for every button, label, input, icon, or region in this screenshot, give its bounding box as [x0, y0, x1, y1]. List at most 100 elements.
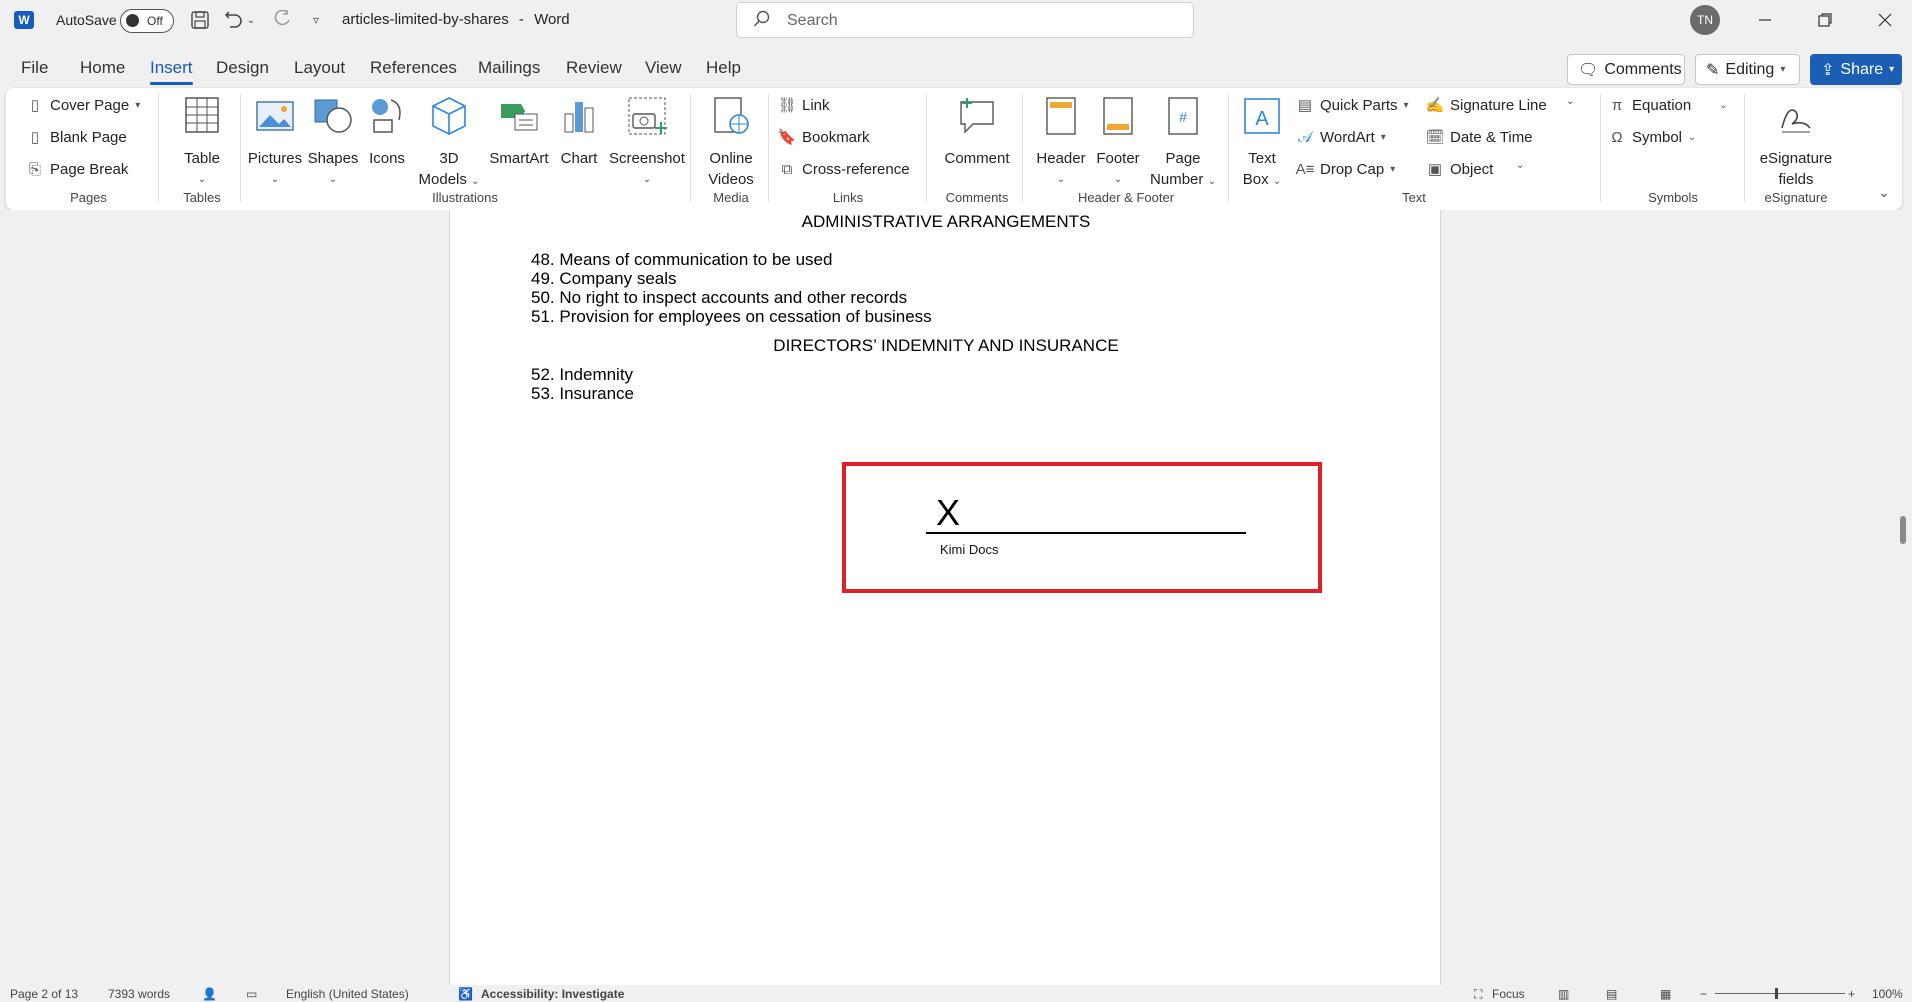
link-button[interactable]: ⛓ Link	[777, 96, 829, 115]
wordart-button[interactable]: 𝒜 WordArt ▾	[1296, 128, 1386, 146]
editing-button[interactable]: ✎ Editing ▾	[1695, 54, 1800, 85]
ribbon-divider	[1744, 94, 1745, 202]
chevron-down-icon: ▾	[1390, 163, 1396, 175]
shapes-button[interactable]: Shapes ⌄	[304, 94, 362, 190]
pictures-button[interactable]: Pictures ⌄	[244, 94, 306, 190]
minimize-icon[interactable]	[1745, 4, 1785, 36]
accessibility-status[interactable]: Accessibility: Investigate	[481, 987, 624, 1001]
zoom-slider-thumb[interactable]	[1775, 988, 1778, 999]
list-item: 52. Indemnity	[531, 365, 634, 384]
footer-button[interactable]: Footer ⌄	[1088, 94, 1148, 190]
tab-file[interactable]: File	[21, 58, 48, 78]
cross-reference-button[interactable]: ⧉ Cross-reference	[778, 160, 910, 178]
title-separator: -	[518, 11, 524, 28]
avatar[interactable]: TN	[1690, 5, 1720, 35]
search-icon	[753, 10, 771, 33]
list-item: 50. No right to inspect accounts and oth…	[531, 288, 908, 307]
tab-home[interactable]: Home	[80, 58, 125, 78]
autosave-toggle[interactable]: Off	[120, 9, 174, 33]
object-button[interactable]: ▣ Object	[1426, 160, 1493, 179]
bookmark-label: Bookmark	[802, 128, 870, 146]
quick-parts-button[interactable]: ▤ Quick Parts ▾	[1296, 96, 1409, 115]
quick-parts-icon: ▤	[1297, 97, 1313, 114]
drop-cap-button[interactable]: A≡ Drop Cap ▾	[1296, 160, 1396, 178]
search-box[interactable]: Search	[736, 2, 1194, 38]
page-break-button[interactable]: ⎘ Page Break	[26, 160, 128, 178]
collapse-ribbon-button[interactable]: ⌄	[1878, 184, 1890, 201]
share-button[interactable]: ⇪ Share ▾	[1810, 54, 1902, 85]
tab-review[interactable]: Review	[566, 58, 622, 78]
group-illustrations: Illustrations	[432, 190, 498, 205]
chart-button[interactable]: Chart	[554, 94, 604, 169]
undo-dropdown-icon[interactable]: ⌄	[244, 8, 258, 32]
header-button[interactable]: Header ⌄	[1030, 94, 1092, 190]
signature-line-button[interactable]: ✍ Signature Line	[1425, 96, 1547, 115]
bookmark-button[interactable]: 🔖 Bookmark	[778, 128, 870, 147]
cover-page-button[interactable]: ▯ Cover Page ▾	[26, 96, 140, 115]
3d-models-button[interactable]: 3D Models ⌄	[418, 94, 480, 192]
focus-button[interactable]: Focus	[1492, 987, 1525, 1001]
ribbon-divider	[1022, 94, 1023, 202]
wordart-icon: 𝒜	[1297, 128, 1313, 146]
signature-line-highlight[interactable]: X Kimi Docs	[842, 462, 1322, 593]
blank-page-button[interactable]: ▯ Blank Page	[26, 128, 127, 147]
tab-view[interactable]: View	[645, 58, 682, 78]
page-count[interactable]: Page 2 of 13	[10, 987, 78, 1001]
comment-icon: 🗨	[1578, 61, 1599, 79]
online-videos-button[interactable]: Online Videos	[696, 94, 766, 190]
close-icon[interactable]	[1865, 4, 1905, 36]
pictures-label: Pictures	[247, 150, 303, 167]
date-time-button[interactable]: 🗓 Date & Time	[1425, 128, 1532, 147]
language[interactable]: English (United States)	[286, 987, 409, 1001]
chevron-down-icon: ⌄	[1113, 174, 1123, 185]
list-item: 48. Means of communication to be used	[531, 250, 833, 269]
signature-line-icon: ✍	[1425, 97, 1445, 114]
comments-button[interactable]: 🗨 Comments	[1567, 54, 1685, 85]
print-layout-icon[interactable]: ▤	[1606, 987, 1617, 1001]
zoom-slider[interactable]	[1715, 993, 1845, 994]
section-heading: ADMINISTRATIVE ARRANGEMENTS	[801, 212, 1091, 231]
blank-page-icon: ▯	[30, 129, 40, 146]
esignature-fields-button[interactable]: eSignature fields	[1751, 94, 1841, 190]
page-number-button[interactable]: # Page Number ⌄	[1144, 94, 1222, 192]
save-icon[interactable]	[188, 8, 212, 32]
share-icon: ⇪	[1821, 61, 1835, 79]
tab-mailings[interactable]: Mailings	[478, 58, 540, 78]
signature-line-dropdown[interactable]: ⌄	[1566, 96, 1574, 107]
tab-help[interactable]: Help	[706, 58, 741, 78]
restore-icon[interactable]	[1805, 4, 1845, 36]
redo-icon[interactable]	[270, 8, 294, 32]
shapes-label: Shapes	[307, 150, 359, 167]
undo-icon[interactable]	[222, 8, 246, 32]
tab-references[interactable]: References	[370, 58, 457, 78]
tab-insert[interactable]: Insert	[150, 58, 193, 85]
page-break-label: Page Break	[50, 160, 129, 178]
proofing-icon[interactable]: 👤	[202, 987, 217, 1001]
equation-button[interactable]: π Equation ⌄	[1608, 96, 1728, 114]
zoom-in-icon[interactable]: +	[1848, 987, 1855, 1001]
tab-design[interactable]: Design	[216, 58, 269, 78]
icons-label: Icons	[369, 150, 405, 167]
word-count[interactable]: 7393 words	[108, 987, 170, 1001]
icons-button[interactable]: Icons	[362, 94, 412, 169]
table-button[interactable]: Table ⌄	[171, 94, 233, 190]
symbol-button[interactable]: Ω Symbol ⌄	[1608, 128, 1696, 146]
ribbon-divider	[690, 94, 691, 202]
zoom-level[interactable]: 100%	[1872, 987, 1903, 1001]
smartart-button[interactable]: SmartArt	[486, 94, 552, 169]
comment-button[interactable]: Comment	[938, 94, 1016, 169]
read-mode-view-icon[interactable]: ▥	[1558, 987, 1569, 1001]
document-page[interactable]: ADMINISTRATIVE ARRANGEMENTS 48. Means of…	[449, 210, 1441, 985]
object-dropdown[interactable]: ⌄	[1516, 160, 1524, 171]
zoom-out-icon[interactable]: −	[1700, 987, 1707, 1001]
screenshot-button[interactable]: Screenshot ⌄	[608, 94, 686, 190]
word-window: W AutoSave Off ⌄ ▿ articles-limited-by-s…	[0, 0, 1912, 1002]
vertical-scrollbar[interactable]	[1900, 516, 1906, 544]
signature-line	[926, 532, 1246, 534]
web-layout-icon[interactable]: ▦	[1660, 987, 1671, 1001]
read-mode-icon[interactable]: ▭	[246, 987, 257, 1001]
esignature-label-line2: fields	[1778, 171, 1814, 188]
customize-toolbar-icon[interactable]: ▿	[306, 8, 326, 32]
tab-layout[interactable]: Layout	[294, 58, 345, 78]
text-box-button[interactable]: A Text Box ⌄	[1234, 94, 1290, 192]
